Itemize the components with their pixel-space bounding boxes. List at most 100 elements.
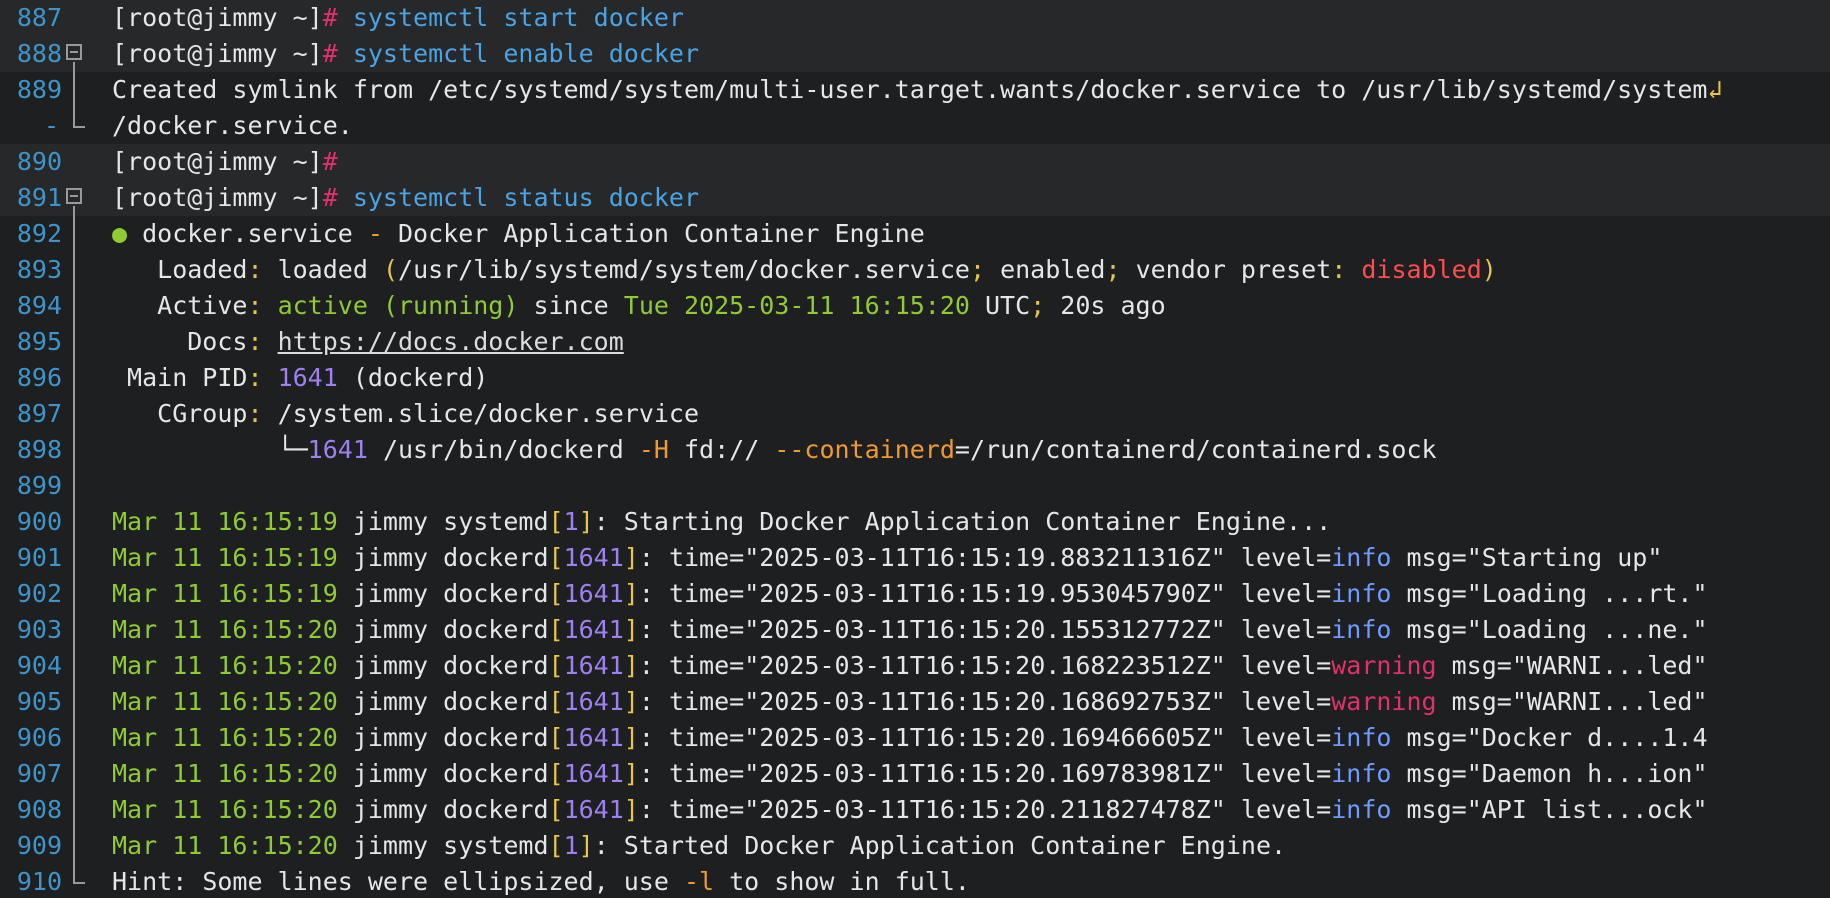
output-text: /docker.service. bbox=[112, 111, 353, 140]
prompt-hash: # bbox=[322, 3, 338, 32]
shell-command: systemctl start docker bbox=[337, 3, 684, 32]
line-number: 891 bbox=[16, 183, 62, 212]
field-label: Main PID bbox=[112, 363, 248, 392]
fold-guide-icon bbox=[66, 792, 92, 828]
line-number: 901 bbox=[16, 543, 62, 572]
terminal-log-view[interactable]: 887 [root@jimmy ~]# systemctl start dock… bbox=[0, 0, 1830, 898]
fold-guide-icon bbox=[66, 432, 92, 468]
log-line: 888 [root@jimmy ~]# systemctl enable doc… bbox=[0, 36, 1830, 72]
line-number: 906 bbox=[16, 723, 62, 752]
log-line: 895 Docs: https://docs.docker.com bbox=[0, 324, 1830, 360]
log-timestamp: Mar 11 16:15:19 bbox=[112, 579, 338, 608]
unit-description: Docker Application Container Engine bbox=[398, 219, 925, 248]
prompt-hash: # bbox=[322, 147, 338, 176]
line-number: 896 bbox=[16, 363, 62, 392]
preset-disabled: disabled bbox=[1346, 255, 1482, 284]
line-number: 899 bbox=[16, 471, 62, 500]
status-dot-icon: ● bbox=[112, 219, 128, 248]
fold-guide-icon bbox=[66, 684, 92, 720]
log-timestamp: Mar 11 16:15:20 bbox=[112, 831, 338, 860]
line-number: 900 bbox=[16, 507, 62, 536]
log-line: 892 ● docker.service - Docker Applicatio… bbox=[0, 216, 1830, 252]
fold-guide-icon bbox=[66, 396, 92, 432]
docs-link[interactable]: https://docs.docker.com bbox=[278, 327, 624, 356]
field-label: CGroup bbox=[112, 399, 248, 428]
fold-guide-icon bbox=[66, 72, 92, 108]
log-timestamp: Mar 11 16:15:20 bbox=[112, 687, 338, 716]
line-number: 907 bbox=[16, 759, 62, 788]
fold-guide-icon bbox=[66, 324, 92, 360]
log-line-continuation: - /docker.service. bbox=[0, 108, 1830, 144]
process-pid: 1641 bbox=[307, 435, 368, 464]
log-timestamp: Mar 11 16:15:19 bbox=[112, 507, 338, 536]
line-number: 909 bbox=[16, 831, 62, 860]
fold-guide-icon bbox=[66, 648, 92, 684]
tree-branch: └─ bbox=[112, 435, 308, 464]
fold-guide-icon bbox=[66, 360, 92, 396]
log-line: 907 Mar 11 16:15:20 jimmy dockerd[1641]:… bbox=[0, 756, 1830, 792]
fold-toggle-icon[interactable] bbox=[66, 36, 92, 72]
wrap-icon: ↲ bbox=[1707, 75, 1723, 104]
line-number: 910 bbox=[16, 867, 62, 896]
line-number: 894 bbox=[16, 291, 62, 320]
unit-file-path: /usr/lib/systemd/system/docker.service bbox=[398, 255, 970, 284]
log-line: 909 Mar 11 16:15:20 jimmy systemd[1]: St… bbox=[0, 828, 1830, 864]
fold-toggle-icon[interactable] bbox=[66, 180, 92, 216]
hint-flag: -l bbox=[683, 867, 715, 896]
log-line: 894 Active: active (running) since Tue 2… bbox=[0, 288, 1830, 324]
shell-prompt: [root@jimmy ~] bbox=[112, 39, 323, 68]
log-line: 897 CGroup: /system.slice/docker.service bbox=[0, 396, 1830, 432]
cgroup-path: /system.slice/docker.service bbox=[262, 399, 700, 428]
log-line: 900 Mar 11 16:15:19 jimmy systemd[1]: St… bbox=[0, 504, 1830, 540]
log-line: 903 Mar 11 16:15:20 jimmy dockerd[1641]:… bbox=[0, 612, 1830, 648]
log-line: 902 Mar 11 16:15:19 jimmy dockerd[1641]:… bbox=[0, 576, 1830, 612]
log-line: 889 Created symlink from /etc/systemd/sy… bbox=[0, 72, 1830, 108]
line-number: 905 bbox=[16, 687, 62, 716]
fold-guide-icon bbox=[66, 720, 92, 756]
fold-guide-icon bbox=[66, 216, 92, 252]
line-number: 888 bbox=[16, 39, 62, 68]
fold-end-icon bbox=[66, 864, 92, 898]
line-number: 903 bbox=[16, 615, 62, 644]
log-level: info bbox=[1331, 795, 1392, 824]
prompt-hash: # bbox=[322, 39, 338, 68]
log-line: 910 Hint: Some lines were ellipsized, us… bbox=[0, 864, 1830, 898]
log-line: 898 └─1641 /usr/bin/dockerd -H fd:// --c… bbox=[0, 432, 1830, 468]
fold-guide-icon bbox=[66, 288, 92, 324]
log-timestamp: Mar 11 16:15:20 bbox=[112, 651, 338, 680]
line-number: 902 bbox=[16, 579, 62, 608]
log-level: info bbox=[1331, 759, 1392, 788]
log-line: 887 [root@jimmy ~]# systemctl start dock… bbox=[0, 0, 1830, 36]
field-label: Active bbox=[112, 291, 248, 320]
fold-guide-icon bbox=[66, 468, 92, 504]
log-line: 901 Mar 11 16:15:19 jimmy dockerd[1641]:… bbox=[0, 540, 1830, 576]
line-number: 895 bbox=[16, 327, 62, 356]
prompt-hash: # bbox=[322, 183, 338, 212]
since-date: Tue 2025-03-11 16:15:20 bbox=[623, 291, 970, 320]
shell-prompt: [root@jimmy ~] bbox=[112, 3, 323, 32]
fold-guide-icon bbox=[66, 252, 92, 288]
line-number: 904 bbox=[16, 651, 62, 680]
log-level: info bbox=[1331, 615, 1392, 644]
fold-guide-icon bbox=[66, 828, 92, 864]
log-timestamp: Mar 11 16:15:20 bbox=[112, 759, 338, 788]
log-timestamp: Mar 11 16:15:20 bbox=[112, 723, 338, 752]
log-line: 891 [root@jimmy ~]# systemctl status doc… bbox=[0, 180, 1830, 216]
shell-command: systemctl status docker bbox=[337, 183, 700, 212]
log-line: 905 Mar 11 16:15:20 jimmy dockerd[1641]:… bbox=[0, 684, 1830, 720]
log-timestamp: Mar 11 16:15:20 bbox=[112, 795, 338, 824]
log-level: info bbox=[1331, 723, 1392, 752]
field-label: Loaded bbox=[112, 255, 248, 284]
line-number: 889 bbox=[16, 75, 62, 104]
log-timestamp: Mar 11 16:15:19 bbox=[112, 543, 338, 572]
line-number: 908 bbox=[16, 795, 62, 824]
fold-guide-icon bbox=[66, 756, 92, 792]
shell-command: systemctl enable docker bbox=[337, 39, 700, 68]
log-line: 893 Loaded: loaded (/usr/lib/systemd/sys… bbox=[0, 252, 1830, 288]
shell-prompt: [root@jimmy ~] bbox=[112, 147, 323, 176]
fold-guide-icon bbox=[66, 612, 92, 648]
log-line: 896 Main PID: 1641 (dockerd) bbox=[0, 360, 1830, 396]
separator: - bbox=[352, 219, 398, 248]
fold-end-icon bbox=[66, 108, 92, 144]
line-number: 893 bbox=[16, 255, 62, 284]
